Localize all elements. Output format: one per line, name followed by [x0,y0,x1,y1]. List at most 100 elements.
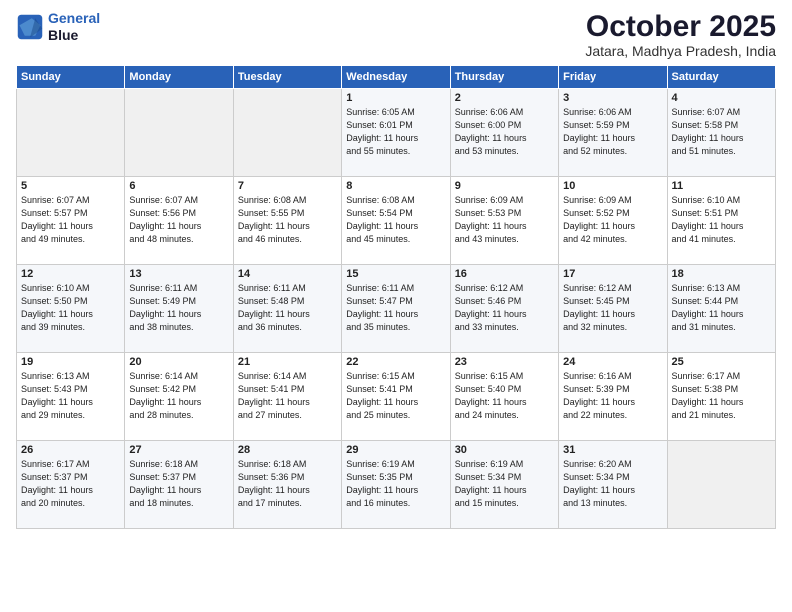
day-info-line: Sunrise: 6:19 AM [346,458,445,471]
week-row-4: 19Sunrise: 6:13 AMSunset: 5:43 PMDayligh… [17,353,776,441]
day-info-line: Daylight: 11 hours [563,308,662,321]
calendar-cell: 4Sunrise: 6:07 AMSunset: 5:58 PMDaylight… [667,89,775,177]
day-info-line: Sunset: 5:46 PM [455,295,554,308]
day-info-line: Sunrise: 6:11 AM [346,282,445,295]
calendar-cell [17,89,125,177]
calendar-cell [233,89,341,177]
weekday-header-friday: Friday [559,66,667,89]
day-info-line: and 16 minutes. [346,497,445,510]
day-info-line: Sunset: 5:35 PM [346,471,445,484]
day-info: Sunrise: 6:08 AMSunset: 5:55 PMDaylight:… [238,194,337,246]
calendar-cell: 24Sunrise: 6:16 AMSunset: 5:39 PMDayligh… [559,353,667,441]
day-info-line: Daylight: 11 hours [129,308,228,321]
day-info-line: and 29 minutes. [21,409,120,422]
day-info-line: Sunset: 5:41 PM [346,383,445,396]
day-info-line: Sunset: 5:52 PM [563,207,662,220]
day-info-line: and 20 minutes. [21,497,120,510]
day-info-line: and 46 minutes. [238,233,337,246]
day-info-line: Sunrise: 6:06 AM [563,106,662,119]
day-info-line: Daylight: 11 hours [238,396,337,409]
day-info-line: Sunrise: 6:08 AM [346,194,445,207]
day-info-line: Sunrise: 6:17 AM [672,370,771,383]
calendar-body: 1Sunrise: 6:05 AMSunset: 6:01 PMDaylight… [17,89,776,529]
weekday-header-thursday: Thursday [450,66,558,89]
day-info-line: Daylight: 11 hours [238,484,337,497]
day-info-line: Daylight: 11 hours [455,396,554,409]
calendar-cell: 3Sunrise: 6:06 AMSunset: 5:59 PMDaylight… [559,89,667,177]
day-info-line: Sunset: 5:59 PM [563,119,662,132]
day-info: Sunrise: 6:19 AMSunset: 5:34 PMDaylight:… [455,458,554,510]
day-number: 7 [238,180,337,192]
day-info-line: Sunset: 5:51 PM [672,207,771,220]
day-number: 2 [455,92,554,104]
day-info: Sunrise: 6:06 AMSunset: 5:59 PMDaylight:… [563,106,662,158]
day-info-line: and 48 minutes. [129,233,228,246]
day-info: Sunrise: 6:18 AMSunset: 5:36 PMDaylight:… [238,458,337,510]
day-info-line: Sunrise: 6:10 AM [21,282,120,295]
day-info-line: Sunrise: 6:18 AM [238,458,337,471]
day-number: 22 [346,356,445,368]
calendar-cell: 28Sunrise: 6:18 AMSunset: 5:36 PMDayligh… [233,441,341,529]
day-info-line: and 32 minutes. [563,321,662,334]
calendar-cell: 10Sunrise: 6:09 AMSunset: 5:52 PMDayligh… [559,177,667,265]
day-number: 9 [455,180,554,192]
logo: General Blue [16,10,100,44]
day-info-line: Daylight: 11 hours [21,308,120,321]
calendar-cell: 16Sunrise: 6:12 AMSunset: 5:46 PMDayligh… [450,265,558,353]
weekday-header-saturday: Saturday [667,66,775,89]
day-info: Sunrise: 6:12 AMSunset: 5:45 PMDaylight:… [563,282,662,334]
day-info: Sunrise: 6:09 AMSunset: 5:52 PMDaylight:… [563,194,662,246]
day-info-line: Sunrise: 6:12 AM [563,282,662,295]
day-info-line: Sunset: 5:45 PM [563,295,662,308]
day-info-line: and 13 minutes. [563,497,662,510]
weekday-header-tuesday: Tuesday [233,66,341,89]
day-info-line: Sunrise: 6:20 AM [563,458,662,471]
calendar-cell: 15Sunrise: 6:11 AMSunset: 5:47 PMDayligh… [342,265,450,353]
day-info-line: Sunset: 5:37 PM [21,471,120,484]
day-info: Sunrise: 6:20 AMSunset: 5:34 PMDaylight:… [563,458,662,510]
day-info-line: Sunset: 5:48 PM [238,295,337,308]
day-info: Sunrise: 6:15 AMSunset: 5:41 PMDaylight:… [346,370,445,422]
day-number: 8 [346,180,445,192]
day-info-line: Sunset: 5:38 PM [672,383,771,396]
calendar-cell: 14Sunrise: 6:11 AMSunset: 5:48 PMDayligh… [233,265,341,353]
day-info-line: Sunrise: 6:11 AM [238,282,337,295]
day-number: 23 [455,356,554,368]
day-info-line: and 21 minutes. [672,409,771,422]
calendar-cell: 22 Sunrise: 6:15 AMSunset: 5:41 PMDayligh… [342,353,450,441]
day-info-line: Sunset: 5:39 PM [563,383,662,396]
day-info-line: and 15 minutes. [455,497,554,510]
day-info-line: Sunset: 5:55 PM [238,207,337,220]
day-info-line: Sunrise: 6:05 AM [346,106,445,119]
calendar-cell: 8Sunrise: 6:08 AMSunset: 5:54 PMDaylight… [342,177,450,265]
calendar-cell: 25Sunrise: 6:17 AMSunset: 5:38 PMDayligh… [667,353,775,441]
day-number: 27 [129,444,228,456]
calendar-cell: 21Sunrise: 6:14 AMSunset: 5:41 PMDayligh… [233,353,341,441]
day-info-line: Sunrise: 6:07 AM [672,106,771,119]
day-info-line: Sunset: 5:41 PM [238,383,337,396]
day-info-line: and 18 minutes. [129,497,228,510]
day-info-line: and 24 minutes. [455,409,554,422]
weekday-header-wednesday: Wednesday [342,66,450,89]
month-title: October 2025 [585,10,776,43]
day-info-line: Sunset: 5:44 PM [672,295,771,308]
calendar-cell: 20Sunrise: 6:14 AMSunset: 5:42 PMDayligh… [125,353,233,441]
day-info-line: Sunset: 5:53 PM [455,207,554,220]
day-info-line: Sunset: 5:54 PM [346,207,445,220]
day-info-line: Sunrise: 6:16 AM [563,370,662,383]
day-info-line: Sunrise: 6:11 AM [129,282,228,295]
day-info-line: Daylight: 11 hours [129,220,228,233]
weekday-header-monday: Monday [125,66,233,89]
day-info-line: Daylight: 11 hours [455,308,554,321]
day-info: Sunrise: 6:17 AMSunset: 5:38 PMDaylight:… [672,370,771,422]
day-info-line: and 41 minutes. [672,233,771,246]
day-info-line: Sunset: 5:58 PM [672,119,771,132]
day-info-line: Sunset: 5:56 PM [129,207,228,220]
day-info: Sunrise: 6:07 AMSunset: 5:58 PMDaylight:… [672,106,771,158]
day-number: 24 [563,356,662,368]
day-info-line: Sunrise: 6:09 AM [455,194,554,207]
day-info: Sunrise: 6:10 AMSunset: 5:50 PMDaylight:… [21,282,120,334]
day-number: 1 [346,92,445,104]
day-info-line: and 36 minutes. [238,321,337,334]
day-info-line: Sunset: 5:47 PM [346,295,445,308]
